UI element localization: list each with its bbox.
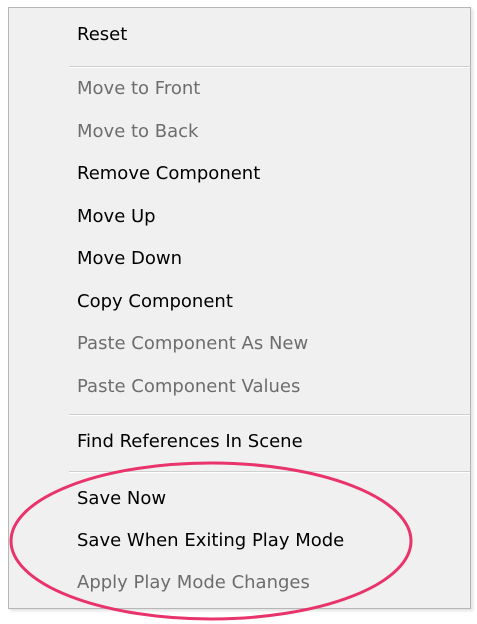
menu-separator (69, 471, 470, 473)
menu-item-reset[interactable]: Reset (77, 23, 127, 47)
menu-separator (69, 414, 470, 416)
menu-item-find-references-in-scene[interactable]: Find References In Scene (77, 430, 303, 454)
menu-item-paste-component-values: Paste Component Values (77, 376, 301, 397)
menu-item-move-up[interactable]: Move Up (77, 205, 156, 229)
screenshot-stage: Reset Move to Front Move to Back Remove … (0, 0, 477, 624)
menu-item-move-down[interactable]: Move Down (77, 247, 182, 271)
context-menu: Reset Move to Front Move to Back Remove … (8, 7, 471, 609)
menu-item-save-now[interactable]: Save Now (77, 487, 166, 511)
menu-item-move-to-front: Move to Front (77, 78, 201, 99)
menu-item-paste-component-as-new: Paste Component As New (77, 333, 309, 354)
menu-item-copy-component[interactable]: Copy Component (77, 290, 233, 314)
menu-item-apply-play-mode-changes: Apply Play Mode Changes (77, 572, 310, 593)
menu-item-remove-component[interactable]: Remove Component (77, 162, 260, 186)
menu-item-save-when-exiting-play-mode[interactable]: Save When Exiting Play Mode (77, 529, 344, 553)
menu-separator (69, 66, 470, 68)
menu-item-move-to-back: Move to Back (77, 121, 199, 142)
